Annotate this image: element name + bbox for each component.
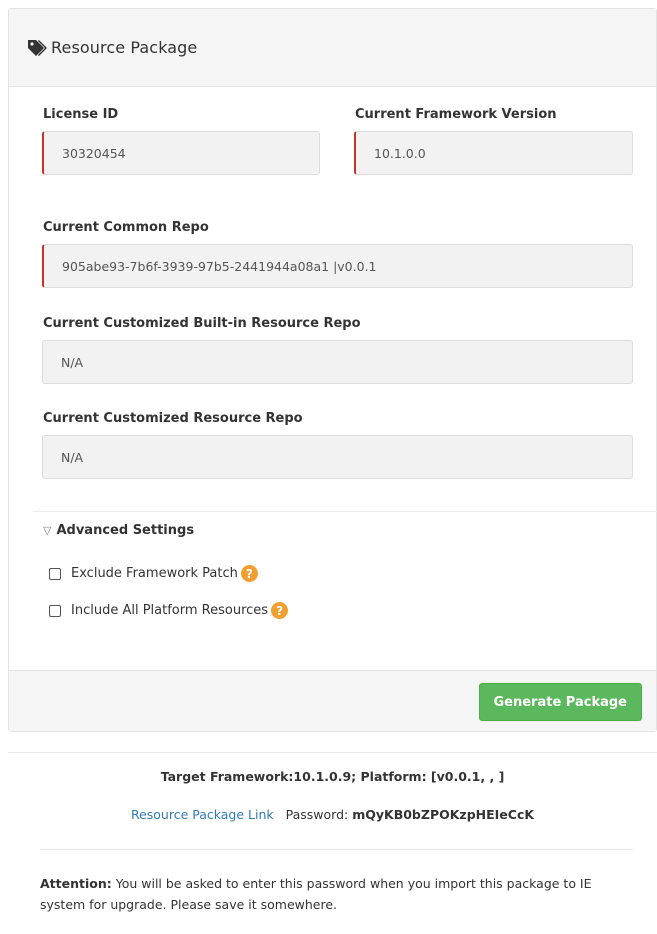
result-divider — [40, 849, 633, 850]
include-platform-resources-option: Include All Platform Resources ? — [49, 602, 289, 619]
triangle-down-icon: ▽ — [43, 524, 52, 537]
generate-package-button[interactable]: Generate Package — [478, 683, 642, 721]
include-platform-resources-checkbox[interactable] — [49, 604, 61, 617]
exclude-framework-patch-checkbox[interactable] — [49, 567, 61, 580]
common-repo-label: Current Common Repo — [43, 220, 209, 235]
attention-title: Attention: — [40, 876, 112, 891]
panel-title: Resource Package — [51, 38, 198, 57]
question-icon[interactable]: ? — [271, 602, 289, 619]
attention-text: You will be asked to enter this password… — [40, 876, 592, 912]
license-id-field[interactable]: 30320454 — [42, 131, 320, 175]
framework-version-label: Current Framework Version — [355, 107, 557, 122]
target-framework-text: Target Framework:10.1.0.9; Platform: [v0… — [160, 769, 505, 784]
builtin-repo-label: Current Customized Built-in Resource Rep… — [43, 316, 361, 331]
advanced-settings-label: Advanced Settings — [56, 523, 195, 538]
builtin-repo-field[interactable]: N/A — [42, 340, 633, 384]
question-icon[interactable]: ? — [240, 565, 258, 582]
exclude-framework-patch-label: Exclude Framework Patch — [71, 566, 238, 581]
exclude-framework-patch-option: Exclude Framework Patch ? — [49, 565, 258, 582]
result-panel: Target Framework:10.1.0.9; Platform: [v0… — [8, 752, 657, 934]
password-value: mQyKB0bZPOKzpHEIeCcK — [352, 807, 535, 822]
framework-version-field[interactable]: 10.1.0.0 — [354, 131, 633, 175]
custom-repo-field[interactable]: N/A — [42, 435, 633, 479]
password-label: Password: — [285, 807, 349, 822]
advanced-settings-toggle[interactable]: ▽ Advanced Settings — [43, 523, 194, 538]
include-platform-resources-label: Include All Platform Resources — [71, 603, 269, 618]
custom-repo-label: Current Customized Resource Repo — [43, 411, 303, 426]
attention-note: Attention: You will be asked to enter th… — [40, 873, 640, 915]
license-id-label: License ID — [43, 107, 119, 122]
tags-icon — [27, 39, 49, 57]
resource-package-link[interactable]: Resource Package Link — [131, 807, 274, 822]
advanced-divider — [33, 511, 657, 512]
panel-header: Resource Package — [9, 9, 656, 87]
resource-package-panel: Resource Package License ID 30320454 Cur… — [8, 8, 657, 732]
package-link-row: Resource Package Link Password: mQyKB0bZP… — [8, 807, 657, 822]
panel-footer: Generate Package — [9, 670, 656, 731]
common-repo-field[interactable]: 905abe93-7b6f-3939-97b5-2441944a08a1 |v0… — [42, 244, 633, 288]
